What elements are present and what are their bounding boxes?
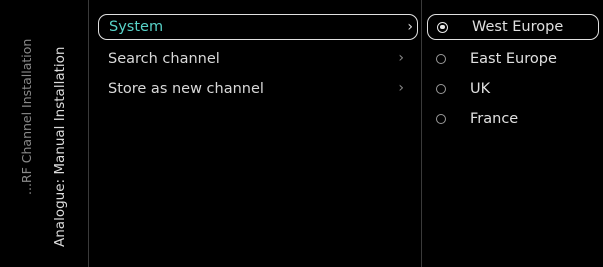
option-label: East Europe	[470, 51, 557, 67]
option-france[interactable]: France	[427, 106, 599, 132]
menu-item-label: Search channel	[108, 51, 220, 67]
tv-settings-screen: ...RF Channel Installation Analogue: Man…	[0, 0, 603, 267]
radio-selected-icon	[437, 21, 448, 33]
menu-item-label: Store as new channel	[108, 81, 264, 97]
system-options-list: West Europe East Europe UK France	[423, 0, 603, 267]
radio-empty-icon	[436, 54, 446, 64]
menu-item-store-as-new-channel[interactable]: Store as new channel ›	[98, 76, 418, 102]
breadcrumb-current: Analogue: Manual Installation	[52, 46, 68, 247]
settings-menu: System › Search channel › Store as new c…	[90, 0, 422, 267]
breadcrumb-parent[interactable]: ...RF Channel Installation	[19, 39, 35, 195]
menu-item-label: System	[109, 19, 164, 35]
radio-empty-icon	[436, 114, 446, 124]
menu-item-search-channel[interactable]: Search channel ›	[98, 46, 418, 72]
radio-empty-icon	[436, 84, 446, 94]
chevron-right-icon: ›	[398, 50, 404, 66]
option-label: West Europe	[472, 19, 564, 35]
option-label: UK	[470, 81, 491, 97]
option-label: France	[470, 111, 519, 127]
chevron-right-icon: ›	[398, 80, 404, 96]
breadcrumb: ...RF Channel Installation Analogue: Man…	[0, 0, 89, 267]
option-east-europe[interactable]: East Europe	[427, 46, 599, 72]
option-uk[interactable]: UK	[427, 76, 599, 102]
chevron-right-icon: ›	[407, 19, 413, 35]
option-west-europe[interactable]: West Europe	[427, 14, 599, 40]
menu-item-system[interactable]: System ›	[98, 14, 418, 40]
